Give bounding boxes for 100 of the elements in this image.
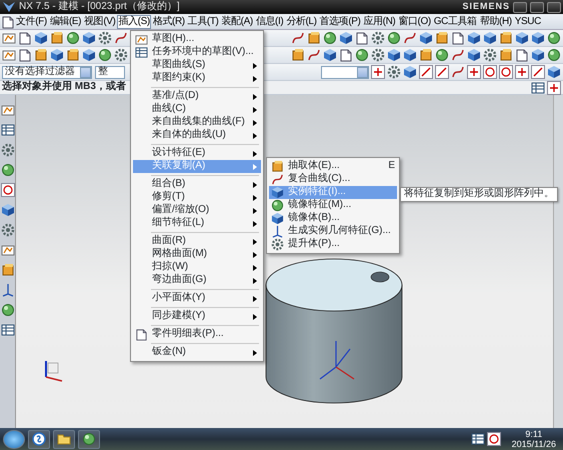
sheet-icon[interactable] xyxy=(451,31,465,45)
gear-icon[interactable] xyxy=(0,143,14,157)
sheet-icon[interactable] xyxy=(18,31,32,45)
cube-icon[interactable] xyxy=(82,31,96,45)
curve-icon[interactable] xyxy=(291,31,305,45)
sheet-icon[interactable] xyxy=(515,48,529,62)
tray-icon[interactable] xyxy=(486,432,501,446)
combo-field[interactable] xyxy=(321,66,369,78)
menu-item[interactable]: 插入(S) xyxy=(117,14,151,28)
menu-item[interactable]: 首选项(P) xyxy=(318,14,362,28)
block-icon[interactable] xyxy=(50,31,64,45)
plus-icon[interactable] xyxy=(515,65,529,79)
menu-item[interactable]: 窗口(O) xyxy=(397,14,432,28)
cube-icon[interactable] xyxy=(82,48,96,62)
menu-item[interactable]: 组合(B) xyxy=(133,178,261,191)
sheet-icon[interactable] xyxy=(339,48,353,62)
selection-filter-dropdown[interactable]: 没有选择过滤器 xyxy=(2,66,92,78)
block-icon[interactable] xyxy=(307,31,321,45)
table-icon[interactable] xyxy=(0,123,14,137)
menu-item[interactable]: 镜像体(B)... xyxy=(269,212,397,225)
curve-icon[interactable] xyxy=(403,31,417,45)
menu-item[interactable]: 提升体(P)... xyxy=(269,238,397,251)
plus-icon[interactable] xyxy=(371,65,385,79)
sphere-icon[interactable] xyxy=(355,48,369,62)
sphere-icon[interactable] xyxy=(0,163,14,177)
close-button[interactable] xyxy=(547,2,561,12)
menu-item[interactable]: 信息(I) xyxy=(254,14,284,28)
menu-item[interactable]: 零件明细表(P)... xyxy=(133,328,261,341)
menu-item[interactable]: 格式(R) xyxy=(152,14,186,28)
cube-icon[interactable] xyxy=(467,31,481,45)
menu-item[interactable]: 镜像特征(M)... xyxy=(269,199,397,212)
menu-item[interactable]: 扫掠(W) xyxy=(133,261,261,274)
menu-item[interactable]: 修剪(T) xyxy=(133,191,261,204)
gear-icon[interactable] xyxy=(371,48,385,62)
plus-icon[interactable] xyxy=(467,65,481,79)
cube-icon[interactable] xyxy=(387,48,401,62)
menu-item[interactable]: 文件(F) xyxy=(15,14,48,28)
menu-item[interactable]: 分析(L) xyxy=(285,14,318,28)
line-icon[interactable] xyxy=(531,65,545,79)
gear-icon[interactable] xyxy=(483,48,497,62)
menu-item[interactable]: 偏置/缩放(O) xyxy=(133,204,261,217)
block-icon[interactable] xyxy=(66,48,80,62)
tray-icon[interactable] xyxy=(470,432,485,446)
cube-icon[interactable] xyxy=(515,31,529,45)
sketch-icon[interactable] xyxy=(2,48,16,62)
menu-item[interactable]: 草图(H)... xyxy=(133,33,261,46)
sketch-icon[interactable] xyxy=(2,31,16,45)
menu-item[interactable]: 工具(T) xyxy=(186,14,220,28)
menu-item[interactable]: 帮助(H) xyxy=(478,14,513,28)
gear-icon[interactable] xyxy=(387,65,401,79)
menu-item[interactable]: 网格曲面(M) xyxy=(133,248,261,261)
circle-icon[interactable] xyxy=(0,183,14,197)
menu-item[interactable]: 曲面(R) xyxy=(133,235,261,248)
document-icon[interactable] xyxy=(1,14,15,28)
sphere-icon[interactable] xyxy=(323,31,337,45)
table-icon[interactable] xyxy=(531,80,545,94)
cube-icon[interactable] xyxy=(531,48,545,62)
cube-icon[interactable] xyxy=(403,48,417,62)
menu-item[interactable]: 抽取体(E)... E xyxy=(269,160,397,173)
menu-item[interactable]: 草图曲线(S) xyxy=(133,59,261,72)
menu-item[interactable]: 来自体的曲线(U) xyxy=(133,129,261,142)
taskbar-button[interactable] xyxy=(28,430,50,448)
menu-item[interactable]: 生成实例几何特征(G)... xyxy=(269,225,397,238)
sphere-icon[interactable] xyxy=(547,48,561,62)
gear-icon[interactable] xyxy=(0,223,14,237)
cube-icon[interactable] xyxy=(467,48,481,62)
sphere-icon[interactable] xyxy=(387,31,401,45)
cube-icon[interactable] xyxy=(403,65,417,79)
circle-icon[interactable] xyxy=(483,65,497,79)
cube-icon[interactable] xyxy=(339,31,353,45)
gear-icon[interactable] xyxy=(98,31,112,45)
gear-icon[interactable] xyxy=(114,48,128,62)
axes-icon[interactable] xyxy=(0,283,14,297)
selection-scope-dropdown[interactable]: 整 xyxy=(95,66,125,78)
menu-item[interactable]: GC工具箱 xyxy=(432,14,478,28)
sketch-icon[interactable] xyxy=(0,103,14,117)
taskbar-button[interactable] xyxy=(53,430,75,448)
menu-item[interactable]: 小平面体(Y) xyxy=(133,292,261,305)
menu-item[interactable]: 来自曲线集的曲线(F) xyxy=(133,116,261,129)
menu-item[interactable]: 基准/点(D) xyxy=(133,90,261,103)
line-icon[interactable] xyxy=(435,65,449,79)
menu-item[interactable]: 编辑(E) xyxy=(48,14,82,28)
cube-icon[interactable] xyxy=(34,31,48,45)
menu-item[interactable]: 同步建模(Y) xyxy=(133,310,261,323)
sheet-icon[interactable] xyxy=(355,31,369,45)
menu-item[interactable]: 视图(V) xyxy=(83,14,116,28)
sketch-icon[interactable] xyxy=(0,243,14,257)
curve-icon[interactable] xyxy=(114,31,128,45)
menu-item[interactable]: 曲线(C) xyxy=(133,103,261,116)
menu-item[interactable]: YSUC xyxy=(514,14,542,28)
sphere-icon[interactable] xyxy=(0,303,14,317)
cube-icon[interactable] xyxy=(323,48,337,62)
block-icon[interactable] xyxy=(34,48,48,62)
block-icon[interactable] xyxy=(499,31,513,45)
taskbar-button[interactable] xyxy=(78,430,100,448)
block-icon[interactable] xyxy=(499,48,513,62)
block-icon[interactable] xyxy=(419,48,433,62)
menu-item[interactable]: 任务环境中的草图(V)... xyxy=(133,46,261,59)
menu-item[interactable]: 弯边曲面(G) xyxy=(133,274,261,287)
curve-icon[interactable] xyxy=(307,48,321,62)
